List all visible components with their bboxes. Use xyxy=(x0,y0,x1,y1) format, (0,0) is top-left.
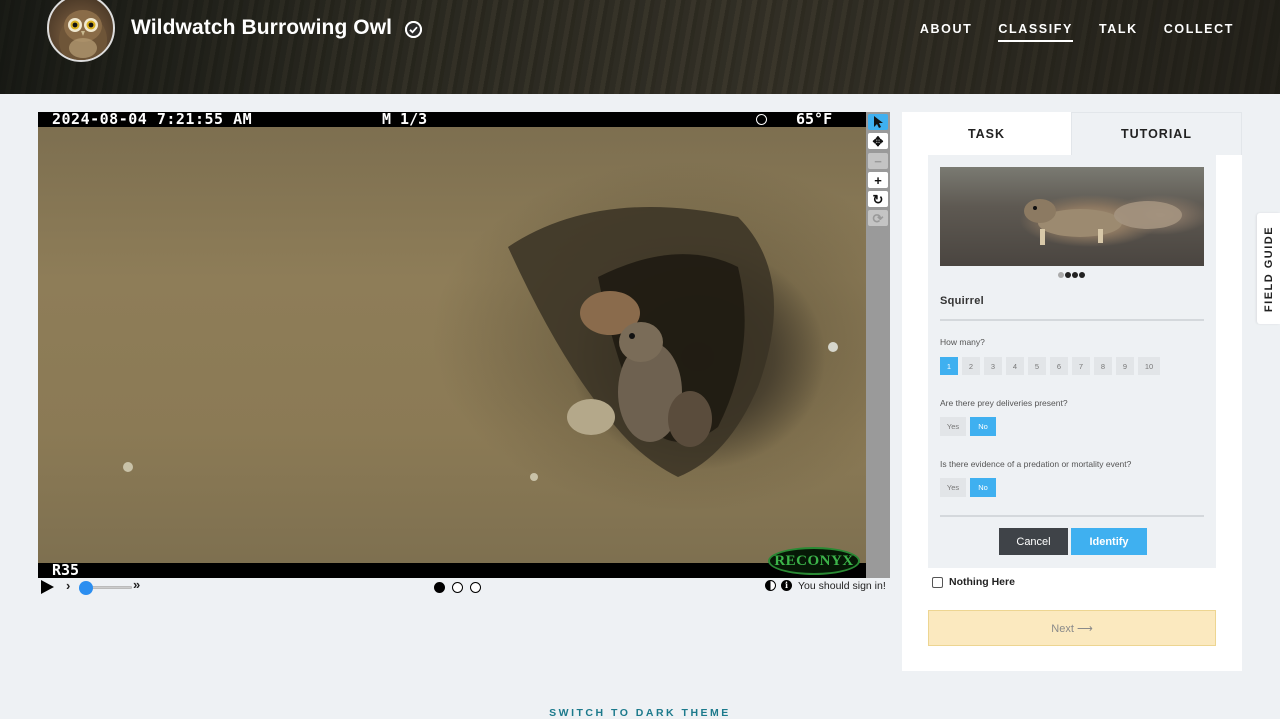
pointer-icon[interactable] xyxy=(868,114,888,130)
image-carousel-dots xyxy=(1058,272,1085,278)
tab-tutorial[interactable]: TUTORIAL xyxy=(1071,112,1242,155)
camera-id: R35 xyxy=(52,561,80,579)
subject-image[interactable] xyxy=(38,127,866,563)
predation-answer-group: Yes No xyxy=(940,478,996,497)
predation-no-button[interactable]: No xyxy=(970,478,996,497)
speed-slow-icon: › xyxy=(66,578,71,593)
count-option-10[interactable]: 10 xyxy=(1138,357,1160,375)
playback-speed-handle[interactable] xyxy=(79,581,93,595)
field-guide-tab[interactable]: FIELD GUIDE xyxy=(1257,213,1280,324)
moon-phase-icon xyxy=(756,114,767,125)
frame-dot-3[interactable] xyxy=(470,582,481,593)
camera-temperature: 65°F xyxy=(796,110,833,128)
nav-classify[interactable]: CLASSIFY xyxy=(998,22,1073,42)
zoom-out-icon[interactable]: − xyxy=(868,153,888,169)
count-option-8[interactable]: 8 xyxy=(1094,357,1112,375)
project-header: Wildwatch Burrowing Owl ABOUT CLASSIFY T… xyxy=(0,0,1280,94)
squirrel-illustration xyxy=(1024,199,1182,245)
prey-answer-group: Yes No xyxy=(940,417,996,436)
divider xyxy=(940,515,1204,517)
project-avatar[interactable] xyxy=(47,0,115,62)
nothing-here-label: Nothing Here xyxy=(949,576,1015,588)
pan-icon[interactable]: ✥ xyxy=(868,133,888,149)
count-option-5[interactable]: 5 xyxy=(1028,357,1046,375)
sign-in-prompt[interactable]: You should sign in! xyxy=(798,580,886,592)
tab-task[interactable]: TASK xyxy=(902,112,1071,155)
question-prey-deliveries: Are there prey deliveries present? xyxy=(940,398,1068,408)
task-tabs: TASK TUTORIAL xyxy=(902,112,1242,155)
prey-no-button[interactable]: No xyxy=(970,417,996,436)
viewer-toolbar: ✥ − + ↻ ⟳ xyxy=(866,112,890,578)
count-option-1[interactable]: 1 xyxy=(940,357,958,375)
count-option-7[interactable]: 7 xyxy=(1072,357,1090,375)
project-title[interactable]: Wildwatch Burrowing Owl xyxy=(131,16,392,40)
reset-icon[interactable]: ⟳ xyxy=(868,210,888,226)
count-option-2[interactable]: 2 xyxy=(962,357,980,375)
carousel-dot[interactable] xyxy=(1079,272,1085,278)
carousel-dot[interactable] xyxy=(1072,272,1078,278)
info-icon[interactable]: i xyxy=(781,580,792,591)
count-selector: 1 2 3 4 5 6 7 8 9 10 xyxy=(940,357,1160,375)
choice-detail-card: Squirrel How many? 1 2 3 4 5 6 7 8 9 10 … xyxy=(928,155,1216,568)
invert-colors-icon[interactable] xyxy=(765,580,776,591)
burrowing-owl-avatar xyxy=(59,10,107,60)
camera-brand-logo: RECONYX xyxy=(768,547,860,575)
question-predation: Is there evidence of a predation or mort… xyxy=(940,459,1132,469)
project-nav: ABOUT CLASSIFY TALK COLLECT xyxy=(920,22,1234,42)
camera-footer-bar: R35 RECONYX xyxy=(38,547,866,579)
carousel-dot[interactable] xyxy=(1058,272,1064,278)
nothing-here-checkbox[interactable] xyxy=(932,576,943,588)
frame-dot-2[interactable] xyxy=(452,582,463,593)
carousel-dot[interactable] xyxy=(1065,272,1071,278)
camera-timestamp: 2024-08-04 7:21:55 AM xyxy=(52,110,253,128)
task-panel: TASK TUTORIAL Squirrel How many? 1 2 3 4… xyxy=(902,112,1242,671)
question-how-many: How many? xyxy=(940,337,985,347)
subject-viewer[interactable]: 2024-08-04 7:21:55 AM M 1/3 65°F R35 REC… xyxy=(38,112,866,578)
divider xyxy=(940,319,1204,321)
nav-collect[interactable]: COLLECT xyxy=(1164,22,1234,42)
field-guide-label: FIELD GUIDE xyxy=(1262,225,1275,312)
check-circle-icon xyxy=(405,21,422,38)
nothing-here-option[interactable]: Nothing Here xyxy=(932,576,1015,588)
camera-mode: M 1/3 xyxy=(382,110,428,128)
count-option-9[interactable]: 9 xyxy=(1116,357,1134,375)
count-option-3[interactable]: 3 xyxy=(984,357,1002,375)
burrow-scene xyxy=(123,207,838,481)
switch-theme-link[interactable]: SWITCH TO DARK THEME xyxy=(0,707,1280,719)
prey-yes-button[interactable]: Yes xyxy=(940,417,966,436)
next-button[interactable]: Next ⟶ xyxy=(928,610,1216,646)
choice-name: Squirrel xyxy=(940,295,984,307)
speed-fast-icon: » xyxy=(133,577,141,592)
camera-info-bar: 2024-08-04 7:21:55 AM M 1/3 65°F xyxy=(38,112,866,127)
nav-talk[interactable]: TALK xyxy=(1099,22,1138,42)
count-option-4[interactable]: 4 xyxy=(1006,357,1024,375)
predation-yes-button[interactable]: Yes xyxy=(940,478,966,497)
rotate-icon[interactable]: ↻ xyxy=(868,191,888,207)
count-option-6[interactable]: 6 xyxy=(1050,357,1068,375)
play-icon[interactable] xyxy=(41,580,54,594)
choice-example-image xyxy=(940,167,1204,266)
identify-button[interactable]: Identify xyxy=(1071,528,1147,555)
cancel-button[interactable]: Cancel xyxy=(999,528,1068,555)
nav-about[interactable]: ABOUT xyxy=(920,22,972,42)
frame-dot-1[interactable] xyxy=(434,582,445,593)
zoom-in-icon[interactable]: + xyxy=(868,172,888,188)
